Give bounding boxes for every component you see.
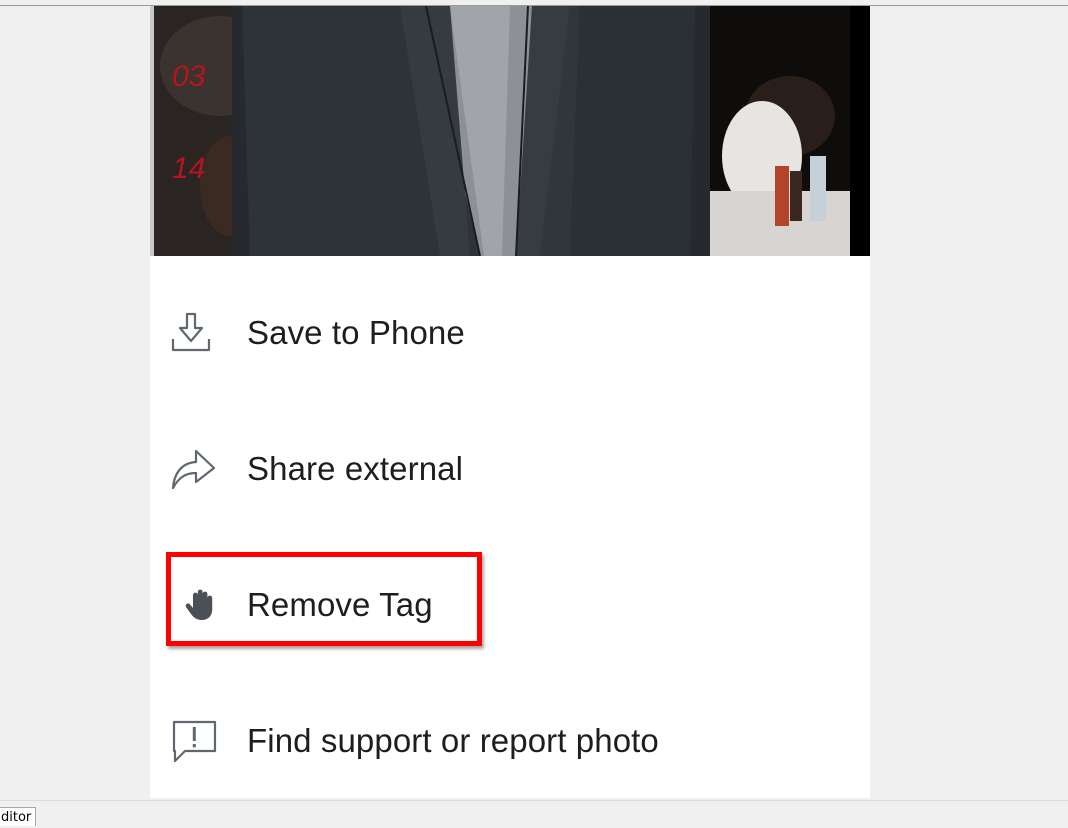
photo-left-edge xyxy=(150,6,154,256)
editor-tab[interactable]: ditor xyxy=(0,807,37,826)
photo-number-overlay: 14 xyxy=(172,152,205,185)
find-support-report-label: Find support or report photo xyxy=(247,722,659,759)
save-to-phone-item[interactable]: Save to Phone xyxy=(170,293,850,373)
report-speech-bubble-icon xyxy=(170,713,226,769)
photo-number-overlay: 03 xyxy=(172,60,206,93)
save-to-phone-label: Save to Phone xyxy=(247,314,465,351)
remove-tag-item[interactable]: Remove Tag xyxy=(170,565,850,645)
bottom-taskbar: ditor xyxy=(0,800,1068,826)
photo-image: 03 14 xyxy=(150,6,870,256)
remove-tag-label: Remove Tag xyxy=(247,586,433,623)
share-arrow-icon xyxy=(170,441,226,497)
photo-options-sheet: 03 14 Save to Phone Share external Remov… xyxy=(150,6,870,798)
find-support-report-item[interactable]: Find support or report photo xyxy=(170,701,850,781)
download-icon xyxy=(170,305,226,361)
hand-stop-icon xyxy=(170,577,226,633)
share-external-label: Share external xyxy=(247,450,464,487)
tagged-photo[interactable]: 03 14 xyxy=(150,6,870,256)
share-external-item[interactable]: Share external xyxy=(170,429,850,509)
